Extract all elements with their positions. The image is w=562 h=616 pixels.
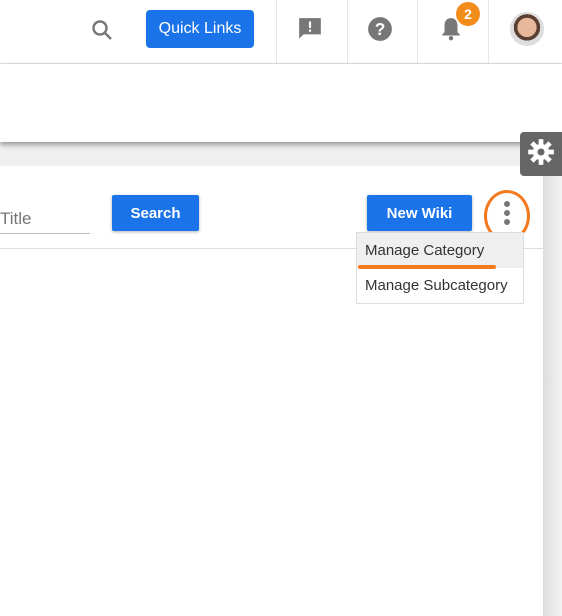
- feedback-icon[interactable]: [294, 14, 326, 44]
- menu-item-manage-subcategory[interactable]: Manage Subcategory: [357, 268, 523, 303]
- new-wiki-button[interactable]: New Wiki: [367, 195, 472, 231]
- search-button[interactable]: Search: [112, 195, 199, 231]
- page-header-area: [0, 64, 562, 142]
- divider: [276, 0, 277, 63]
- notification-badge: 2: [456, 2, 480, 26]
- help-icon[interactable]: ?: [365, 14, 395, 44]
- menu-item-manage-category[interactable]: Manage Category: [357, 233, 523, 268]
- top-bar: Quick Links ? 2: [0, 0, 562, 64]
- title-input[interactable]: [0, 204, 90, 234]
- avatar[interactable]: [510, 12, 544, 46]
- quick-links-button[interactable]: Quick Links: [146, 10, 254, 48]
- divider: [347, 0, 348, 63]
- divider: [417, 0, 418, 63]
- search-icon[interactable]: [88, 16, 116, 44]
- svg-text:?: ?: [375, 19, 386, 39]
- scrollbar[interactable]: [543, 166, 562, 616]
- divider: [488, 0, 489, 63]
- gear-icon: [527, 138, 555, 171]
- annotation-underline: [358, 265, 496, 269]
- settings-tab[interactable]: [520, 132, 562, 176]
